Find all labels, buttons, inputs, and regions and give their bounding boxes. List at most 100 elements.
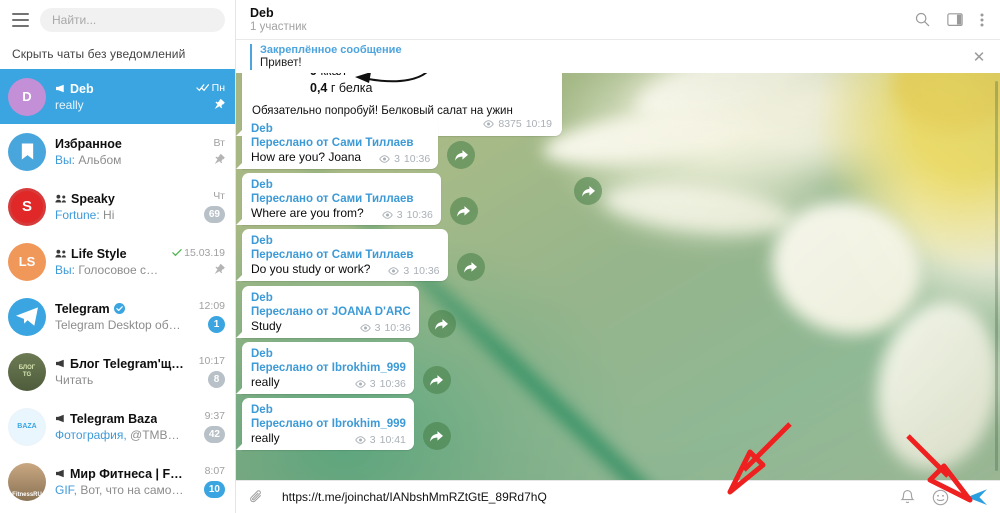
chat-item-time: 12:09 <box>198 300 225 312</box>
chat-list-item[interactable]: Избранное Вы: Альбом Вт <box>0 124 235 179</box>
message-sender: Deb <box>251 404 273 416</box>
sidebar-panel-icon[interactable] <box>947 12 963 27</box>
chat-list[interactable]: D Deb really Пн Избранное Вы: Альбом Вт S Speaky… <box>0 69 235 513</box>
chat-list-item[interactable]: BAZA Telegram BazaФотография, @TMBotsStor… <box>0 399 235 454</box>
message-forwarded-from: Переслано от JOANA D'ARC <box>251 306 411 318</box>
chat-item-time-row: Чт <box>213 190 225 202</box>
channel-megaphone-icon <box>56 414 64 423</box>
eye-icon <box>483 120 495 128</box>
chat-item-name: Life Style <box>71 246 127 261</box>
message-timestamp: 10:36 <box>406 209 433 221</box>
eye-icon <box>355 380 366 388</box>
chat-item-meta: 10:17 8 <box>193 355 227 388</box>
chat-item-name: Telegram <box>55 301 110 316</box>
chat-item-time-row: 15.03.19 <box>172 247 225 259</box>
message-row: Deb Переслано от JOANA D'ARC Study 3 10:36 <box>236 286 456 338</box>
chat-list-item[interactable]: MP3 ЧАТ@MP3_chatEgor Ivanov теперь в гру… <box>0 509 235 513</box>
message-sender: Deb <box>251 179 273 191</box>
channel-megaphone-icon <box>55 359 66 368</box>
message-forwarded-from: Переслано от Сами Тиллаев <box>251 193 414 205</box>
close-icon[interactable]: ✕ <box>968 46 990 68</box>
message-scroll-container[interactable]: 9 ккал 0,4 г белка Обязательно попробуй!… <box>236 73 1000 480</box>
sidebar: Найти... Скрыть чаты без уведомлений D De… <box>0 0 236 513</box>
message-bubble[interactable]: Deb Переслано от Сами Тиллаев Do you study… <box>236 229 448 281</box>
channel-megaphone-icon <box>55 414 66 423</box>
chat-item-time: Пн <box>211 81 225 94</box>
bell-icon[interactable] <box>900 489 915 506</box>
chat-item-time: 8:07 <box>204 465 225 477</box>
hide-muted-chats-label[interactable]: Скрыть чаты без уведомлений <box>0 40 235 69</box>
chat-item-meta: Вт <box>193 137 227 167</box>
message-bubble[interactable]: Deb Переслано от Сами Тиллаев How are you?… <box>236 117 439 169</box>
pinned-message-bar[interactable]: Закреплённое сообщение Привет! ✕ <box>236 40 1000 73</box>
chat-item-name: Избранное <box>55 136 122 151</box>
pinned-accent-bar <box>250 43 252 70</box>
menu-burger-icon[interactable] <box>8 8 32 32</box>
chat-list-item[interactable]: S Speaky Fortune: Hi Чт 69 <box>0 179 235 234</box>
search-icon[interactable] <box>915 12 930 27</box>
chat-item-preview: Читать <box>55 373 184 387</box>
message-input[interactable]: https://t.me/joinchat/IANbshMmRZtGtE_89R… <box>276 490 890 504</box>
avatar: BAZA <box>8 407 46 446</box>
chat-item-meta: 15.03.19 <box>172 247 227 277</box>
message-timestamp: 10:36 <box>403 153 431 165</box>
chat-list-item[interactable]: LSLife StyleВы: Голосовое сообщение15.03… <box>0 234 235 289</box>
eye-icon <box>355 380 366 388</box>
more-vertical-icon[interactable] <box>980 12 984 28</box>
pin-icon <box>214 153 225 164</box>
chat-header-actions <box>915 12 990 28</box>
chat-item-time: Вт <box>213 136 225 149</box>
forward-button[interactable] <box>456 253 485 281</box>
message-bubble[interactable]: Deb Переслано от Сами Тиллаев Where are yo… <box>236 173 441 225</box>
eye-icon <box>381 211 393 219</box>
message-bubble[interactable]: Deb Переслано от Ibrokhim_999 really 3 10:36 <box>236 342 414 394</box>
emoji-icon[interactable] <box>932 489 949 506</box>
message-view-count: 3 <box>374 322 381 334</box>
message-view-count: 3 <box>369 434 376 446</box>
forward-button[interactable] <box>422 366 451 394</box>
read-check-icon <box>172 248 182 257</box>
chat-preview-text: really <box>55 97 84 112</box>
forward-button[interactable] <box>449 197 478 225</box>
chat-item-title-row: Telegram Baza <box>55 412 184 426</box>
chat-header-info[interactable]: Deb 1 участник <box>250 6 915 34</box>
send-icon[interactable] <box>966 488 988 506</box>
chat-item-time: 15.03.19 <box>184 246 225 259</box>
search-input[interactable]: Найти... <box>40 8 225 32</box>
chat-preview-text: Альбом <box>78 152 122 167</box>
chat-item-time-row: 9:37 <box>205 410 225 422</box>
message-bubble[interactable]: Deb Переслано от JOANA D'ARC Study 3 10:36 <box>236 286 419 338</box>
chat-list-item[interactable]: FitnessRUМир Фитнеса | FitnessRUGIF, Вот… <box>0 454 235 509</box>
channel-megaphone-icon <box>55 84 66 93</box>
forward-button[interactable] <box>574 177 602 205</box>
message-view-count: 3 <box>369 378 376 390</box>
chat-item-preview: really <box>55 98 184 112</box>
media-timestamp: 10:19 <box>525 118 552 130</box>
chat-list-item[interactable]: БЛОГ TG Блог Telegram'щика Читать 10:17 8 <box>0 344 235 399</box>
message-row: Deb Переслано от Ibrokhim_999 really 3 10:36 <box>236 342 451 394</box>
chat-preview-prefix: Фотография, <box>55 427 127 442</box>
chat-list-item[interactable]: Telegram Telegram Desktop обновился до в.… <box>0 289 235 344</box>
avatar: D <box>8 77 46 116</box>
group-icon <box>55 249 66 258</box>
scrollbar-vertical[interactable] <box>995 81 998 471</box>
sent-check-icon <box>172 249 182 257</box>
chat-preview-text: Вот, что на самом деле мы е... <box>80 482 184 497</box>
forward-button[interactable] <box>447 141 476 169</box>
verified-badge-icon <box>113 303 125 314</box>
forward-button[interactable] <box>427 310 456 338</box>
chat-list-item[interactable]: D Deb really Пн <box>0 69 235 124</box>
chat-item-title-row: Deb <box>55 82 184 96</box>
chat-item-body: Избранное Вы: Альбом <box>55 137 184 167</box>
message-text: How are you? Joana <box>251 150 362 164</box>
message-row: Deb Переслано от Ibrokhim_999 really 3 10:41 <box>236 398 451 450</box>
message-text: Do you study or work? <box>251 262 371 276</box>
message-bubble[interactable]: Deb Переслано от Ibrokhim_999 really 3 10:41 <box>236 398 414 450</box>
paperclip-icon[interactable] <box>246 489 266 505</box>
message-sender: Deb <box>251 123 273 135</box>
forward-button[interactable] <box>422 422 451 450</box>
chat-item-preview: Fortune: Hi <box>55 208 184 222</box>
curved-arrow-icon <box>355 73 428 83</box>
chat-preview-text: @TMBotsStore ... <box>130 427 184 442</box>
message-meta: 3 10:36 <box>371 153 430 165</box>
